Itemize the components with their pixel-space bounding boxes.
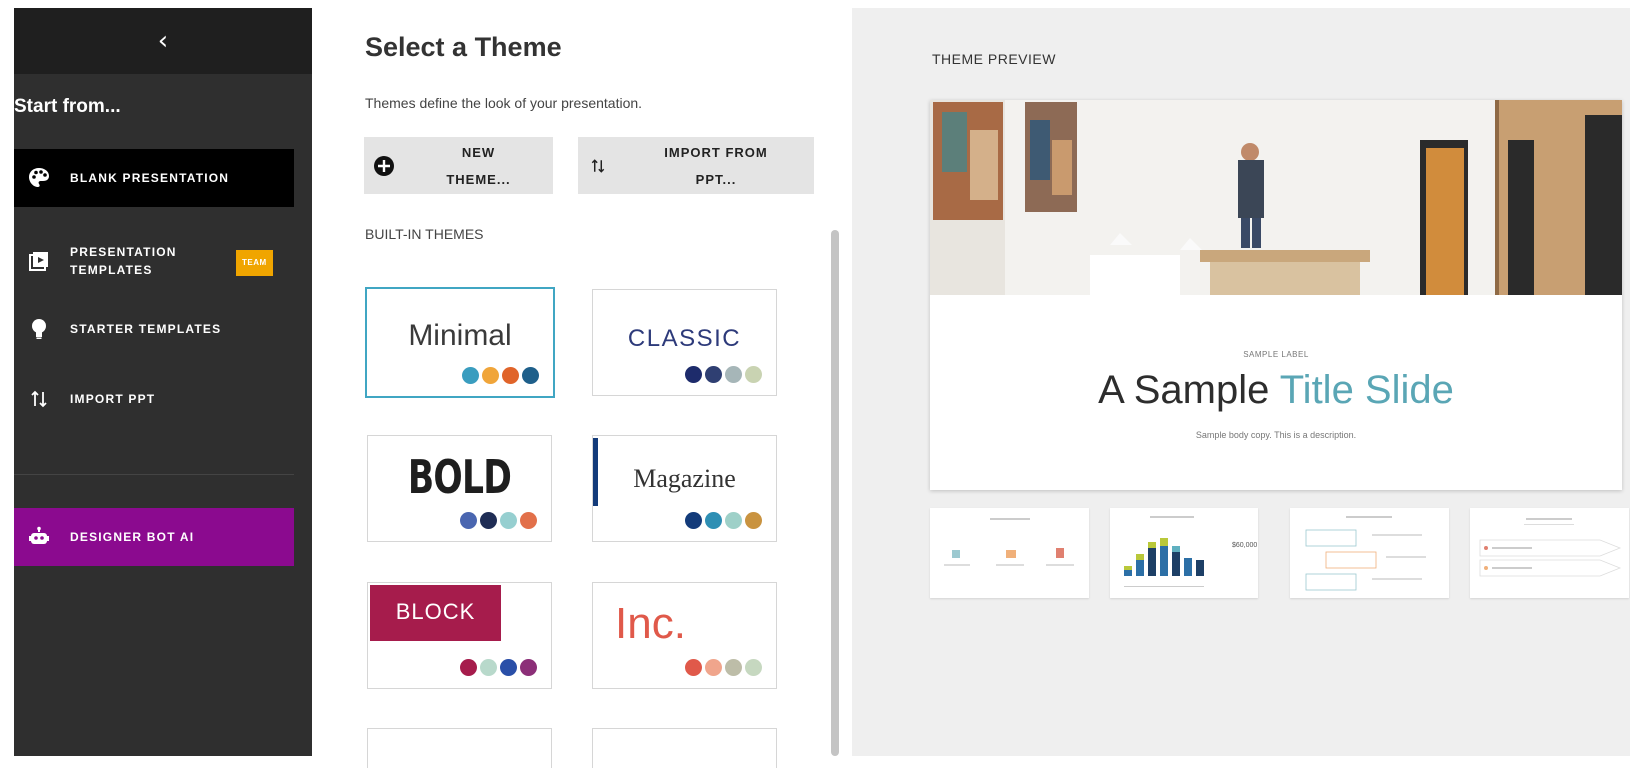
import-arrows-icon xyxy=(28,388,50,410)
slide-label: SAMPLE LABEL xyxy=(1243,350,1309,359)
color-swatch xyxy=(460,659,477,676)
chevron-left-icon[interactable]: ‹ xyxy=(158,28,168,54)
slide-title: A Sample Title Slide xyxy=(1098,368,1454,412)
color-swatch xyxy=(685,366,702,383)
import-from-ppt-button[interactable]: IMPORT FROM PPT... xyxy=(578,137,814,194)
window-edge xyxy=(0,0,14,756)
color-swatch xyxy=(462,367,479,384)
color-swatch xyxy=(705,366,722,383)
import-arrows-icon xyxy=(578,157,618,175)
page-subtitle: Themes define the look of your presentat… xyxy=(365,95,643,111)
theme-color-dots xyxy=(460,659,537,676)
color-swatch xyxy=(500,512,517,529)
sidebar-item-label: IMPORT PPT xyxy=(70,392,156,406)
preview-slide: SAMPLE LABEL A Sample Title Slide Sample… xyxy=(930,100,1622,490)
robot-icon xyxy=(28,526,50,548)
color-swatch xyxy=(745,366,762,383)
sidebar-item-label: STARTER TEMPLATES xyxy=(70,322,222,336)
back-button[interactable]: ‹ xyxy=(14,8,312,74)
theme-preview-panel: THEME PREVIEW SAMPLE LABEL A Sample Titl… xyxy=(852,8,1630,756)
sidebar-item-label: PRESENTATION TEMPLATES xyxy=(70,245,177,277)
preview-thumbnail[interactable] xyxy=(1110,508,1258,598)
preview-thumbnail[interactable] xyxy=(1470,508,1629,598)
theme-card-partial[interactable] xyxy=(592,728,777,768)
theme-card-magazine[interactable]: Magazine xyxy=(592,435,777,542)
color-swatch xyxy=(685,659,702,676)
color-swatch xyxy=(705,659,722,676)
sidebar-heading: Start from... xyxy=(14,96,121,117)
preview-thumbnail[interactable] xyxy=(930,508,1089,598)
thumb-chart-value: $60,000 xyxy=(1232,542,1258,549)
sidebar-item-import-ppt[interactable]: IMPORT PPT xyxy=(14,370,294,428)
slide-body: Sample body copy. This is a description. xyxy=(1195,430,1357,440)
color-swatch xyxy=(460,512,477,529)
color-swatch xyxy=(482,367,499,384)
color-swatch xyxy=(480,659,497,676)
color-swatch xyxy=(745,659,762,676)
sidebar-item-label: DESIGNER BOT AI xyxy=(70,530,195,544)
scrollbar[interactable] xyxy=(831,230,839,756)
color-swatch xyxy=(685,512,702,529)
plus-circle-icon xyxy=(364,155,404,177)
sidebar-item-presentation-templates[interactable]: PRESENTATION TEMPLATES TEAM xyxy=(14,228,294,294)
theme-color-dots xyxy=(685,512,762,529)
theme-card-partial[interactable] xyxy=(367,728,552,768)
theme-color-dots xyxy=(462,367,539,384)
theme-name: BOLD xyxy=(407,450,512,504)
preview-thumbnail[interactable] xyxy=(1290,508,1449,598)
color-swatch xyxy=(502,367,519,384)
color-swatch xyxy=(480,512,497,529)
color-swatch xyxy=(725,366,742,383)
theme-card-bold[interactable]: BOLD xyxy=(367,435,552,542)
theme-name: Magazine xyxy=(633,464,736,493)
theme-name: CLASSIC xyxy=(627,325,742,352)
team-badge: TEAM xyxy=(236,250,273,276)
template-play-icon xyxy=(28,250,50,272)
theme-card-classic[interactable]: CLASSIC xyxy=(592,289,777,396)
lightbulb-icon xyxy=(28,318,50,340)
theme-color-dots xyxy=(460,512,537,529)
theme-name: BLOCK xyxy=(395,599,476,624)
preview-label: THEME PREVIEW xyxy=(932,51,1056,67)
color-swatch xyxy=(705,512,722,529)
theme-color-dots xyxy=(685,366,762,383)
sidebar-item-designer-bot[interactable]: DESIGNER BOT AI xyxy=(14,508,294,566)
sidebar-item-label: BLANK PRESENTATION xyxy=(70,171,230,185)
color-swatch xyxy=(520,659,537,676)
color-swatch xyxy=(745,512,762,529)
theme-card-minimal[interactable]: Minimal xyxy=(365,287,555,398)
color-swatch xyxy=(500,659,517,676)
theme-name: Inc. xyxy=(615,599,686,648)
new-theme-button[interactable]: NEW THEME... xyxy=(364,137,553,194)
theme-card-inc[interactable]: Inc. xyxy=(592,582,777,689)
theme-card-block[interactable]: BLOCK xyxy=(367,582,552,689)
color-swatch xyxy=(725,659,742,676)
theme-color-dots xyxy=(685,659,762,676)
color-swatch xyxy=(725,512,742,529)
theme-selector-panel: Select a Theme Themes define the look of… xyxy=(312,0,852,768)
color-swatch xyxy=(522,367,539,384)
sidebar-item-blank-presentation[interactable]: BLANK PRESENTATION xyxy=(14,149,294,207)
sidebar-item-starter-templates[interactable]: STARTER TEMPLATES xyxy=(14,300,294,358)
sidebar-divider xyxy=(14,474,294,475)
slide-photo xyxy=(930,100,1622,295)
theme-name: Minimal xyxy=(408,319,512,352)
page-title: Select a Theme xyxy=(365,32,562,62)
section-label: BUILT-IN THEMES xyxy=(365,226,484,242)
palette-icon xyxy=(28,167,50,189)
sidebar: ‹ Start from... BLANK PRESENTATION PRESE… xyxy=(14,8,312,756)
color-swatch xyxy=(520,512,537,529)
